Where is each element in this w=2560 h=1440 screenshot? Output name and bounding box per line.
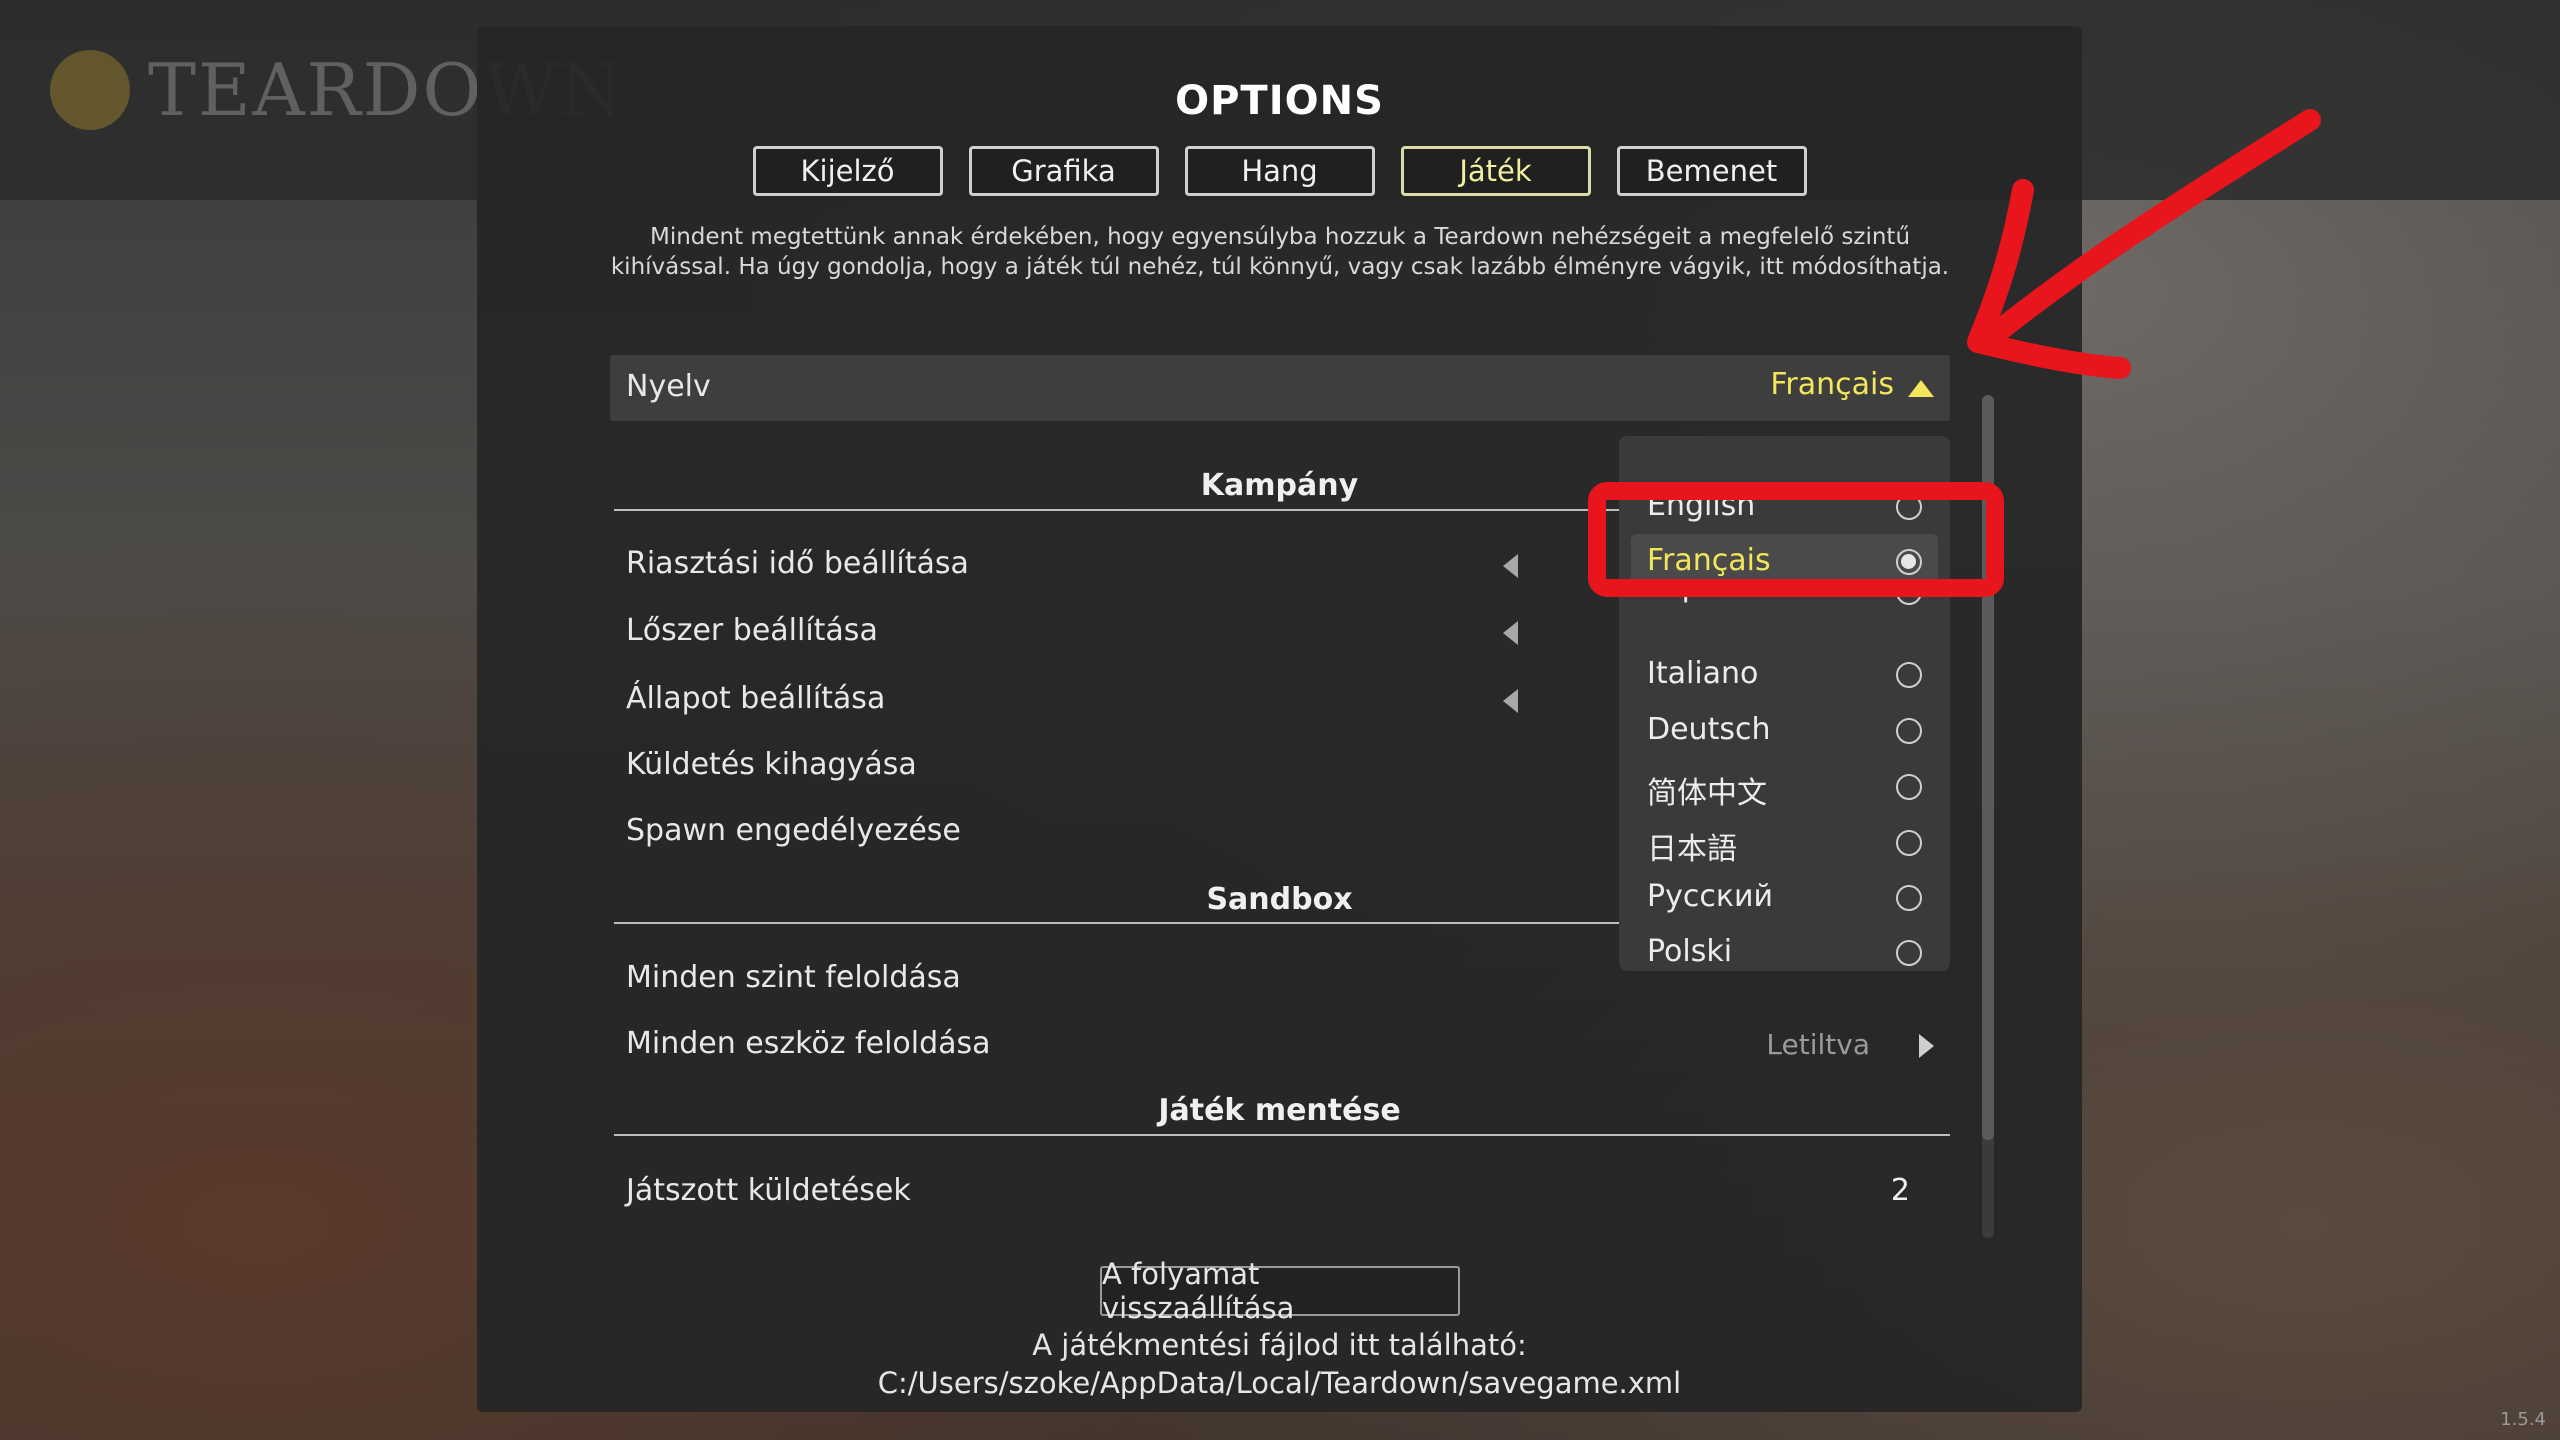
- arrow-left-icon[interactable]: [1503, 689, 1518, 713]
- tab-input[interactable]: Bemenet: [1616, 146, 1807, 196]
- setting-missions-played: Játszott küldetések 2: [610, 1165, 1950, 1215]
- language-option-spanish[interactable]: Español: [1619, 589, 1950, 611]
- missions-played-count: 2: [1890, 1173, 1910, 1208]
- radio-icon: [1896, 718, 1922, 744]
- tab-display[interactable]: Kijelző: [752, 146, 943, 196]
- arrow-left-icon[interactable]: [1503, 554, 1518, 578]
- page-title: OPTIONS: [1175, 78, 1384, 124]
- option-label: Français: [1647, 543, 1771, 578]
- language-option-english[interactable]: English: [1619, 479, 1950, 535]
- savegame-location-label: A játékmentési fájlod itt található:: [1032, 1328, 1527, 1362]
- tab-graphics[interactable]: Grafika: [968, 146, 1159, 196]
- tab-bar: Kijelző Grafika Hang Játék Bemenet: [477, 146, 2082, 196]
- section-savegame-title: Játék mentése: [1158, 1093, 1401, 1128]
- language-option-chinese[interactable]: 简体中文: [1619, 759, 1950, 815]
- setting-unlock-tools[interactable]: Minden eszköz feloldása Letiltva: [610, 1018, 1950, 1068]
- language-option-russian[interactable]: Русский: [1619, 870, 1950, 926]
- radio-icon: [1896, 940, 1922, 966]
- setting-label: Spawn engedélyezése: [626, 813, 961, 848]
- language-option-italian[interactable]: Italiano: [1619, 647, 1950, 703]
- radio-selected-icon: [1896, 549, 1922, 575]
- setting-label: Minden szint feloldása: [626, 960, 961, 995]
- arrow-left-icon[interactable]: [1503, 621, 1518, 645]
- section-divider: [614, 1134, 1950, 1136]
- tab-game[interactable]: Játék: [1400, 146, 1591, 196]
- option-label: Español: [1647, 589, 1765, 604]
- radio-icon: [1896, 774, 1922, 800]
- option-label: English: [1647, 488, 1756, 523]
- setting-label: Lőszer beállítása: [626, 613, 878, 648]
- options-panel: OPTIONS Kijelző Grafika Hang Játék Bemen…: [477, 26, 2082, 1412]
- version-label: 1.5.4: [2500, 1409, 2546, 1430]
- language-option-polish[interactable]: Polski: [1619, 925, 1950, 981]
- tab-description: Mindent megtettünk annak érdekében, hogy…: [610, 224, 1950, 280]
- setting-value: Letiltva: [1766, 1028, 1870, 1061]
- savegame-location: A játékmentési fájlod itt található: C:/…: [477, 1326, 2082, 1402]
- setting-label: Küldetés kihagyása: [626, 747, 917, 782]
- radio-icon: [1896, 662, 1922, 688]
- reset-progress-button[interactable]: A folyamat visszaállítása: [1100, 1257, 1460, 1325]
- language-label: Nyelv: [626, 369, 711, 404]
- option-label: Русский: [1647, 879, 1773, 914]
- setting-label: Játszott küldetések: [626, 1173, 911, 1208]
- arrow-right-icon[interactable]: [1919, 1034, 1934, 1058]
- setting-label: Riasztási idő beállítása: [626, 546, 969, 581]
- tab-audio[interactable]: Hang: [1184, 146, 1375, 196]
- option-label: Deutsch: [1647, 712, 1771, 747]
- option-label: Italiano: [1647, 656, 1759, 691]
- scrollbar[interactable]: [1982, 395, 1994, 1238]
- language-dropdown: English Español Français Italiano Deutsc…: [1619, 436, 1950, 971]
- language-option-french[interactable]: Français: [1619, 534, 1950, 590]
- caret-up-icon: [1908, 380, 1934, 397]
- option-label: Polski: [1647, 934, 1733, 969]
- radio-icon: [1896, 830, 1922, 856]
- setting-label: Állapot beállítása: [626, 681, 886, 716]
- radio-icon: [1896, 589, 1922, 605]
- option-label: 日本語: [1647, 832, 1737, 867]
- radio-icon: [1896, 885, 1922, 911]
- setting-label: Minden eszköz feloldása: [626, 1026, 991, 1061]
- scrollbar-thumb[interactable]: [1982, 395, 1994, 1140]
- option-label: 简体中文: [1647, 776, 1767, 811]
- language-value: Français: [1770, 367, 1894, 402]
- language-option-japanese[interactable]: 日本語: [1619, 815, 1950, 871]
- language-select[interactable]: Nyelv Français: [610, 355, 1950, 421]
- radio-icon: [1896, 494, 1922, 520]
- logo-emblem-icon: [50, 50, 130, 130]
- savegame-path: C:/Users/szoke/AppData/Local/Teardown/sa…: [877, 1366, 1682, 1400]
- language-option-german[interactable]: Deutsch: [1619, 703, 1950, 759]
